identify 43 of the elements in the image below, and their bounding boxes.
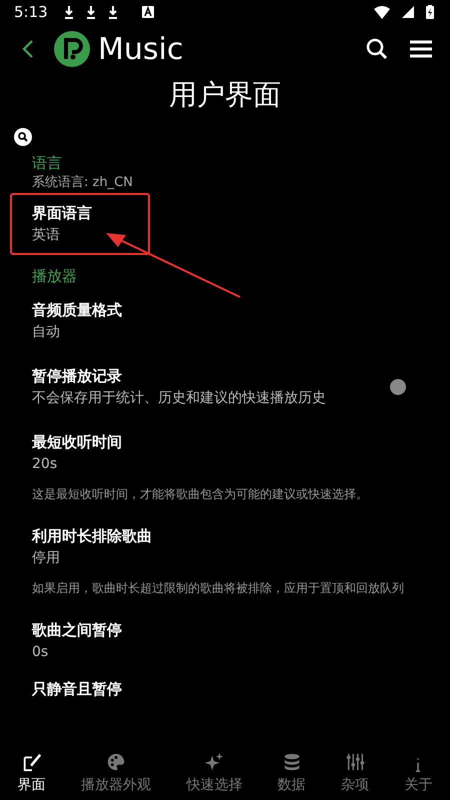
nav-tab[interactable]: 关于 bbox=[402, 756, 434, 796]
wifi-icon bbox=[374, 6, 390, 18]
setting-title[interactable]: 利用时长排除歌曲 bbox=[32, 525, 450, 547]
nav-tab[interactable]: 播放器外观 bbox=[78, 750, 153, 796]
search-icon[interactable] bbox=[14, 128, 32, 146]
setting-title[interactable]: 暂停播放记录 bbox=[32, 365, 390, 387]
setting-value: 0s bbox=[32, 643, 50, 662]
brush-icon bbox=[22, 752, 42, 772]
setting-title[interactable]: 最短收听时间 bbox=[32, 431, 450, 453]
nav-tab[interactable]: 快速选择 bbox=[184, 750, 244, 796]
nav-tab[interactable]: 杂项 bbox=[338, 750, 371, 796]
status-time: 5:13 bbox=[14, 3, 48, 21]
section-title: 播放器 bbox=[32, 267, 78, 286]
setting-note: 如果启用，歌曲时长超过限制的歌曲将被排除，应用于置顶和回放队列 bbox=[32, 580, 405, 597]
sliders-icon bbox=[344, 752, 365, 772]
nav-tab[interactable]: 数据 bbox=[276, 750, 308, 796]
setting-title[interactable]: 音频质量格式 bbox=[32, 299, 450, 321]
setting-value: 不会保存用于统计、历史和建议的快速播放历史 bbox=[32, 389, 327, 408]
setting-value: 英语 bbox=[32, 226, 61, 245]
palette-icon bbox=[106, 752, 126, 772]
setting-title[interactable]: 界面语言 bbox=[32, 202, 450, 224]
app-name: Music bbox=[98, 32, 184, 66]
battery-icon bbox=[426, 5, 434, 19]
setting-note: 这是最短收听时间，才能将歌曲包含为可能的建议或快速选择。 bbox=[32, 486, 369, 503]
notification-icon bbox=[142, 6, 154, 18]
setting-value: 自动 bbox=[32, 323, 61, 342]
setting-title[interactable]: 只静音且暂停 bbox=[32, 678, 450, 700]
menu-icon[interactable] bbox=[410, 40, 432, 58]
section-subtitle: 系统语言: zh_CN bbox=[32, 174, 134, 191]
toggle-switch[interactable] bbox=[390, 379, 406, 395]
info-icon bbox=[415, 758, 422, 772]
logo-icon bbox=[54, 31, 90, 67]
database-icon bbox=[282, 752, 302, 772]
back-icon[interactable] bbox=[22, 39, 34, 59]
signal-icon bbox=[402, 6, 414, 18]
sparkle-icon bbox=[204, 752, 224, 772]
setting-value: 停用 bbox=[32, 549, 61, 568]
section-title: 语言 bbox=[32, 154, 63, 173]
search-icon[interactable] bbox=[366, 38, 388, 60]
page-title: 用户界面 bbox=[168, 77, 282, 113]
nav-tab[interactable]: 界面 bbox=[16, 750, 48, 796]
setting-title[interactable]: 歌曲之间暂停 bbox=[32, 619, 450, 641]
setting-value: 20s bbox=[32, 455, 58, 474]
